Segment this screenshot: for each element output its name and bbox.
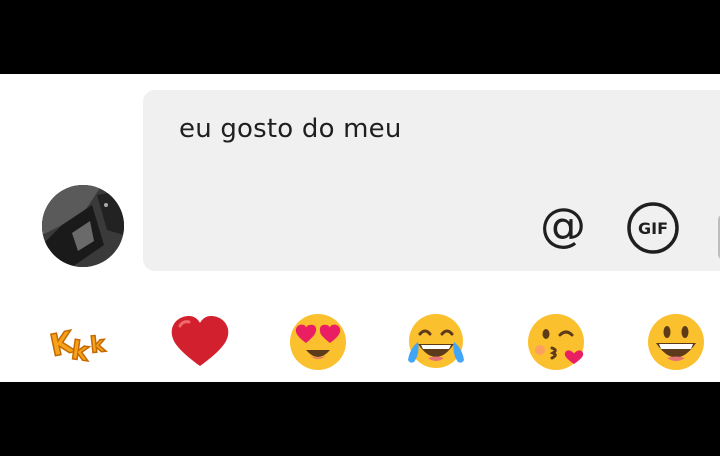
reaction-kissing-heart[interactable] [524,312,588,372]
svg-text:k: k [69,336,91,368]
user-avatar-photo-icon [42,185,124,267]
reaction-grinning[interactable] [644,312,708,372]
svg-text:@: @ [540,200,586,252]
reaction-red-heart[interactable] [168,312,232,372]
reaction-kkk-sticker[interactable]: K k k [48,312,112,372]
kkk-sticker-icon: K k k [48,324,108,369]
top-letterbox [0,0,720,74]
bottom-letterbox [0,382,720,456]
gif-button[interactable]: GIF [625,200,681,256]
kissing-heart-face-icon [528,314,584,370]
svg-text:GIF: GIF [638,219,668,238]
mention-button[interactable]: @ [535,198,591,256]
grinning-face-icon [648,314,704,370]
reaction-tears-of-joy[interactable] [404,312,468,372]
comment-panel: eu gosto do meu @ GIF K k k [0,74,720,382]
comment-text[interactable]: eu gosto do meu [179,114,402,144]
heart-eyes-face-icon [290,314,346,370]
reaction-heart-eyes[interactable] [286,312,350,372]
comment-input-box[interactable]: eu gosto do meu @ GIF [143,90,720,271]
tears-of-joy-face-icon [408,314,464,368]
avatar[interactable] [42,185,124,267]
quick-reaction-bar: K k k [0,312,720,372]
svg-text:k: k [89,332,108,359]
at-sign-icon: @ [540,198,586,252]
gif-icon: GIF [627,202,679,254]
red-heart-icon [171,316,229,366]
